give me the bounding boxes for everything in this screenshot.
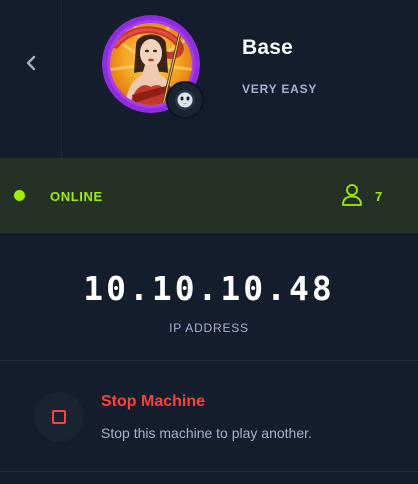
machine-avatar-wrapper	[102, 15, 204, 119]
back-button[interactable]	[0, 0, 62, 158]
stop-machine-button[interactable]: Stop Machine Stop this machine to play a…	[0, 361, 418, 472]
status-text: ONLINE	[50, 189, 103, 204]
online-status-dot	[14, 190, 25, 201]
ip-section: 10.10.10.48 IP ADDRESS	[0, 233, 418, 361]
chevron-left-icon	[26, 55, 35, 71]
stop-machine-title: Stop Machine	[101, 393, 206, 410]
machine-name: Base	[242, 36, 294, 59]
ip-address[interactable]: 10.10.10.48	[0, 269, 418, 308]
stop-square-icon	[52, 410, 66, 424]
stop-machine-description: Stop this machine to play another.	[101, 425, 312, 441]
difficulty-label: VERY EASY	[242, 82, 318, 96]
machine-panel: Base VERY EASY ONLINE 7 10.10.10.48 IP A…	[0, 0, 418, 484]
machine-header: Base VERY EASY	[0, 0, 418, 158]
stop-icon-circle	[34, 392, 84, 442]
ip-address-label: IP ADDRESS	[169, 321, 249, 335]
status-bar: ONLINE 7	[0, 158, 418, 233]
linux-penguin-icon	[175, 90, 195, 110]
os-badge	[166, 81, 204, 119]
user-icon	[342, 184, 362, 206]
players-count: 7	[375, 189, 383, 204]
